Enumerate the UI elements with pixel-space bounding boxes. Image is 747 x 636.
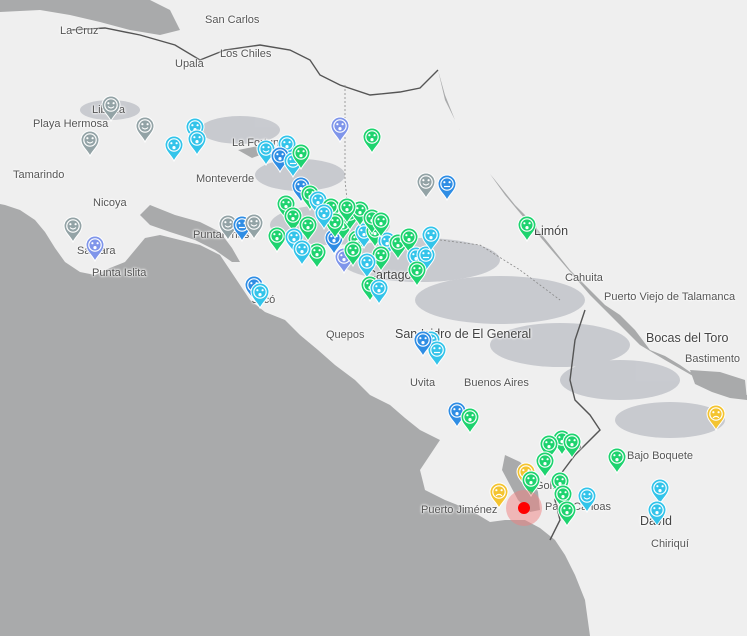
map-marker[interactable] [706, 404, 726, 432]
map-marker[interactable] [101, 95, 121, 123]
map-marker[interactable] [647, 500, 667, 528]
map-marker[interactable] [562, 432, 582, 460]
map-marker[interactable] [164, 135, 184, 163]
map-marker[interactable] [650, 478, 670, 506]
map-marker[interactable] [80, 130, 100, 158]
map-marker[interactable] [292, 239, 312, 267]
map-marker[interactable] [250, 282, 270, 310]
map-marker[interactable] [607, 447, 627, 475]
map-marker[interactable] [460, 407, 480, 435]
map-marker[interactable] [489, 482, 509, 510]
map-marker[interactable] [557, 500, 577, 528]
map-marker[interactable] [407, 260, 427, 288]
map-view[interactable]: La CruzSan CarlosUpalaLos ChilesLiberiaP… [0, 0, 747, 636]
map-marker[interactable] [437, 174, 457, 202]
map-marker[interactable] [63, 216, 83, 244]
map-marker[interactable] [369, 278, 389, 306]
map-marker[interactable] [267, 226, 287, 254]
map-marker[interactable] [135, 116, 155, 144]
map-marker[interactable] [517, 215, 537, 243]
map-marker[interactable] [85, 235, 105, 263]
map-marker[interactable] [362, 127, 382, 155]
map-marker[interactable] [357, 252, 377, 280]
map-marker[interactable] [330, 116, 350, 144]
selected-location-dot[interactable] [518, 502, 530, 514]
map-marker[interactable] [244, 213, 264, 241]
map-marker[interactable] [535, 451, 555, 479]
marker-layer [63, 95, 726, 528]
map-marker[interactable] [577, 486, 597, 514]
map-marker[interactable] [416, 172, 436, 200]
map-marker[interactable] [187, 129, 207, 157]
